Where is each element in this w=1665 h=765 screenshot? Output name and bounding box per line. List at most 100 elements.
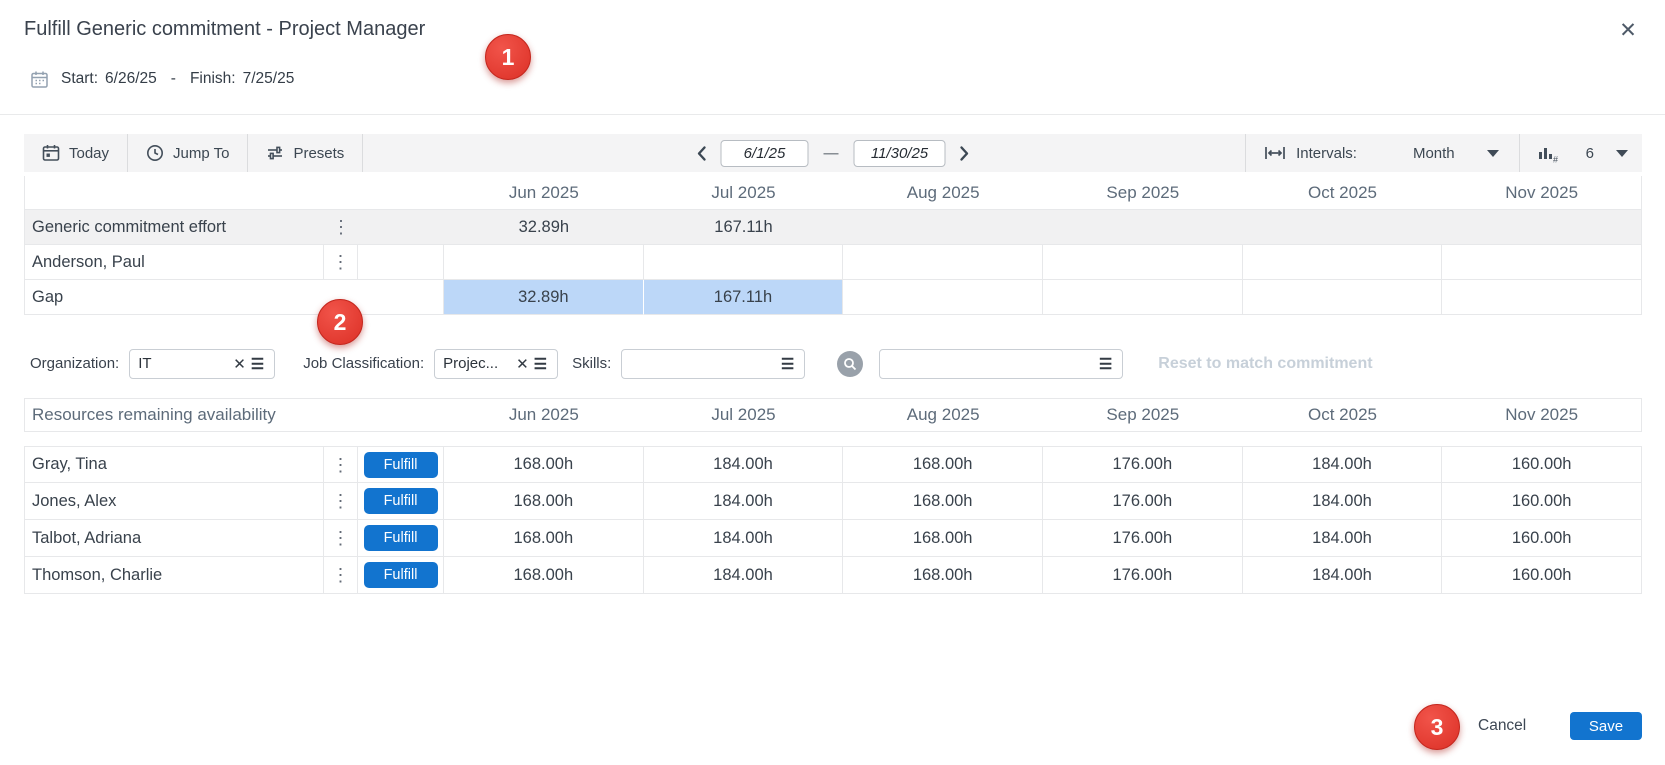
clear-icon[interactable]: ✕ (230, 355, 249, 373)
effort-cell (1043, 210, 1243, 245)
availability-cell: 168.00h (843, 520, 1043, 557)
row-label: Generic commitment effort (24, 210, 324, 245)
clear-icon[interactable]: ✕ (513, 355, 532, 373)
job-classification-field[interactable]: Projec... ✕ ☰ (434, 349, 558, 379)
availability-cell: 168.00h (444, 520, 644, 557)
prev-range-button[interactable] (693, 143, 712, 164)
fulfill-button[interactable]: Fulfill (364, 562, 438, 588)
month-header: Aug 2025 (843, 398, 1043, 432)
month-header: Sep 2025 (1043, 176, 1243, 210)
kebab-menu-icon[interactable]: ⋮ (324, 557, 357, 593)
availability-cell: 184.00h (644, 483, 844, 520)
resource-search-field[interactable]: ☰ (879, 349, 1123, 379)
resources-table: Gray, Tina ⋮ Fulfill 168.00h 184.00h 168… (24, 446, 1642, 594)
availability-cell: 184.00h (644, 557, 844, 594)
annotation-badge-1: 1 (485, 34, 531, 80)
gap-cell (843, 280, 1043, 315)
search-icon[interactable] (837, 351, 863, 377)
month-header: Jul 2025 (644, 176, 844, 210)
calendar-icon (30, 70, 49, 89)
intervals-icon (1264, 145, 1286, 161)
list-menu-icon[interactable]: ☰ (532, 355, 549, 373)
annotation-badge-2: 2 (317, 299, 363, 345)
chevron-right-icon (957, 145, 972, 162)
allocation-cell (444, 245, 644, 280)
header-divider (0, 114, 1665, 115)
job-classification-value: Projec... (443, 355, 513, 372)
kebab-menu-icon[interactable]: ⋮ (324, 520, 357, 556)
finish-date: 7/25/25 (243, 70, 295, 88)
effort-cell (1442, 210, 1642, 245)
kebab-menu-icon[interactable]: ⋮ (324, 210, 358, 244)
organization-value: IT (138, 355, 230, 372)
gap-cell (1243, 280, 1443, 315)
resource-row: Talbot, Adriana ⋮ Fulfill 168.00h 184.00… (24, 520, 1642, 557)
kebab-menu-icon[interactable]: ⋮ (324, 245, 357, 279)
start-label: Start: (61, 70, 98, 88)
organization-label: Organization: (30, 355, 119, 372)
interval-count-select[interactable]: # 6 (1520, 134, 1628, 172)
month-header: Nov 2025 (1442, 176, 1642, 210)
availability-cell: 160.00h (1442, 446, 1642, 483)
month-header: Sep 2025 (1043, 398, 1243, 432)
month-header: Jun 2025 (444, 398, 644, 432)
skills-field[interactable]: ☰ (621, 349, 805, 379)
calendar-today-icon (42, 144, 60, 162)
commitment-date-range: Start: 6/26/25 - Finish: 7/25/25 (30, 66, 294, 92)
resource-name: Anderson, Paul (24, 245, 324, 280)
action-cell (358, 210, 444, 245)
cancel-button[interactable]: Cancel (1472, 712, 1532, 740)
resource-row: Thomson, Charlie ⋮ Fulfill 168.00h 184.0… (24, 557, 1642, 594)
interval-select[interactable]: Month (1413, 145, 1499, 162)
list-menu-icon[interactable]: ☰ (779, 355, 796, 373)
allocation-cell (1243, 245, 1443, 280)
availability-cell: 176.00h (1043, 557, 1243, 594)
presets-button[interactable]: Presets (248, 134, 363, 172)
chevron-down-icon (1616, 150, 1628, 157)
today-label: Today (69, 145, 109, 162)
jump-to-button[interactable]: Jump To (128, 134, 248, 172)
resource-name: Thomson, Charlie (24, 557, 324, 594)
availability-cell: 160.00h (1442, 483, 1642, 520)
availability-cell: 168.00h (444, 483, 644, 520)
start-date: 6/26/25 (105, 70, 157, 88)
organization-field[interactable]: IT ✕ ☰ (129, 349, 275, 379)
gap-label: Gap (24, 280, 444, 315)
kebab-menu-icon[interactable]: ⋮ (324, 483, 357, 519)
intervals-group: Intervals: Month (1246, 134, 1519, 172)
date-range-controls: — (693, 140, 974, 167)
kebab-menu-icon[interactable]: ⋮ (324, 447, 357, 482)
svg-text:#: # (1553, 154, 1558, 163)
gap-row: Gap 32.89h 167.11h (24, 280, 1642, 315)
effort-cell (1243, 210, 1443, 245)
range-start-input[interactable] (721, 140, 809, 167)
range-end-input[interactable] (854, 140, 946, 167)
availability-cell: 168.00h (843, 446, 1043, 483)
list-menu-icon[interactable]: ☰ (1097, 355, 1114, 373)
resource-row: Gray, Tina ⋮ Fulfill 168.00h 184.00h 168… (24, 446, 1642, 483)
availability-cell: 168.00h (444, 557, 644, 594)
availability-cell: 168.00h (444, 446, 644, 483)
effort-cell: 32.89h (444, 210, 644, 245)
interval-value: Month (1413, 145, 1455, 162)
assigned-resource-row: Anderson, Paul ⋮ (24, 245, 1642, 280)
allocation-cell (1442, 245, 1642, 280)
resource-name: Gray, Tina (24, 446, 324, 483)
next-range-button[interactable] (955, 143, 974, 164)
fulfill-button[interactable]: Fulfill (364, 525, 438, 551)
effort-cell (843, 210, 1043, 245)
availability-cell: 168.00h (843, 557, 1043, 594)
fulfill-button[interactable]: Fulfill (364, 452, 438, 478)
reset-to-match-commitment-button[interactable]: Reset to match commitment (1158, 355, 1372, 373)
close-icon[interactable]: ✕ (1612, 14, 1644, 46)
list-menu-icon[interactable]: ☰ (249, 355, 266, 373)
month-header: Jul 2025 (644, 398, 844, 432)
allocation-cell (644, 245, 844, 280)
range-dash: — (824, 145, 839, 162)
today-button[interactable]: Today (24, 134, 128, 172)
allocation-cell (843, 245, 1043, 280)
save-button[interactable]: Save (1570, 712, 1642, 740)
availability-cell: 184.00h (644, 446, 844, 483)
resources-title: Resources remaining availability (24, 398, 444, 432)
fulfill-button[interactable]: Fulfill (364, 488, 438, 514)
